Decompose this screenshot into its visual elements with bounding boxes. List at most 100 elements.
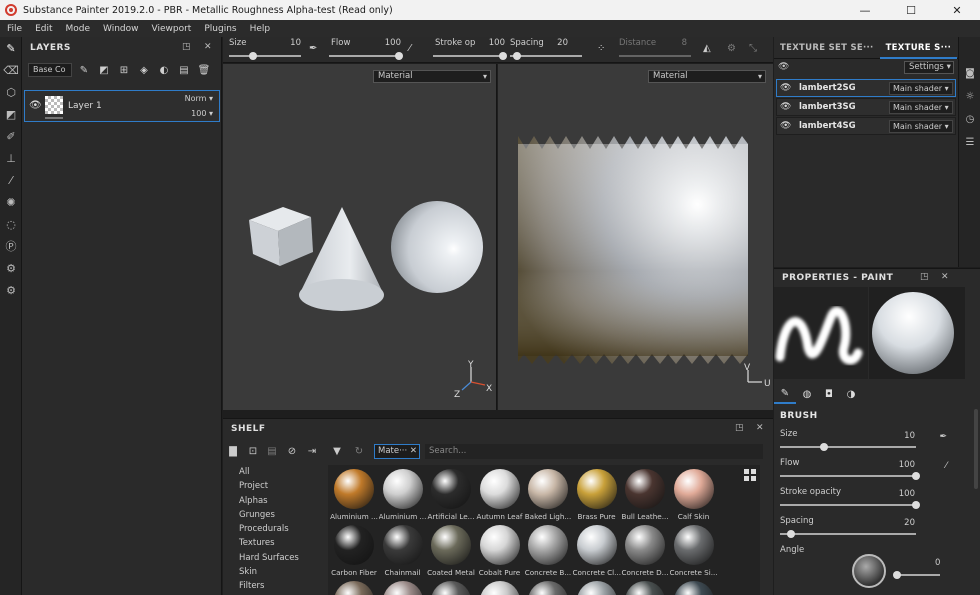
brush-size-track[interactable]: [780, 446, 916, 448]
shelf-search-input[interactable]: Search...: [425, 444, 763, 459]
smudge-icon[interactable]: ✐: [0, 125, 22, 147]
size-pressure-icon[interactable]: ✒: [939, 432, 947, 442]
angle-slider-knob[interactable]: [893, 571, 901, 579]
delete-layer-icon[interactable]: 🗑: [196, 62, 212, 78]
material-thumbnail[interactable]: Coated Metal: [427, 525, 475, 577]
texture-set-row[interactable]: 👁 lambert4SG Main shader ▾: [776, 117, 956, 135]
material-thumbnail-partial[interactable]: [524, 581, 572, 595]
category-project[interactable]: Project: [239, 479, 319, 493]
stroke-slider-track[interactable]: [433, 55, 505, 57]
layer-blend-mode[interactable]: Norm ▾: [185, 94, 213, 103]
material-thumbnail-partial[interactable]: [379, 581, 427, 595]
material-thumbnail[interactable]: Carbon Fiber: [330, 525, 378, 577]
menu-plugins[interactable]: Plugins: [199, 24, 244, 34]
size-slider-track[interactable]: [229, 55, 301, 57]
tab-brush-icon[interactable]: ✎: [774, 384, 796, 404]
close-window-button[interactable]: ✕: [934, 0, 980, 20]
stroke-opacity-track[interactable]: [780, 504, 916, 506]
texture-set-row[interactable]: 👁 lambert3SG Main shader ▾: [776, 98, 956, 116]
flow-slider-knob[interactable]: [395, 52, 403, 60]
tab-alpha-icon[interactable]: ◍: [796, 384, 818, 404]
new-shelf-icon[interactable]: ⊡: [245, 443, 261, 459]
texture-set-row[interactable]: 👁 lambert2SG Main shader ▾: [776, 79, 956, 97]
brush-flow-knob[interactable]: [912, 472, 920, 480]
visibility-eye-icon[interactable]: 👁: [29, 100, 42, 111]
eraser-icon[interactable]: ⌫: [0, 59, 22, 81]
viewport-3d[interactable]: Material ▾ Y X Z: [223, 64, 497, 410]
symmetry-icon[interactable]: ◭: [703, 43, 711, 54]
blend-mode-select[interactable]: Base Co: [28, 63, 72, 77]
menu-file[interactable]: File: [2, 24, 30, 34]
shader-select[interactable]: Main shader ▾: [889, 82, 953, 95]
stroke-opacity-value[interactable]: 100: [899, 489, 915, 499]
align-icon[interactable]: ⤡: [749, 43, 757, 54]
material-thumbnail-partial[interactable]: [330, 581, 378, 595]
properties-close-icon[interactable]: ✕: [941, 272, 949, 282]
category-all[interactable]: All: [239, 465, 319, 479]
size-control[interactable]: Size 10: [229, 37, 301, 63]
settings-gear-icon[interactable]: ⚙: [0, 279, 22, 301]
import-icon[interactable]: ⇥: [304, 443, 320, 459]
iray-icon[interactable]: ◌: [0, 213, 22, 235]
log-icon[interactable]: ☰: [959, 131, 980, 154]
properties-float-icon[interactable]: ◳: [920, 272, 929, 282]
material-thumbnail-partial[interactable]: [427, 581, 475, 595]
projection-icon[interactable]: ⬡: [0, 81, 22, 103]
spacing-track[interactable]: [780, 533, 916, 535]
material-thumbnail-partial[interactable]: [670, 581, 718, 595]
material-thumbnail[interactable]: Chainmail: [379, 525, 427, 577]
angle-dial[interactable]: [852, 554, 886, 588]
material-thumbnail[interactable]: Aluminium ...: [379, 469, 427, 521]
hide-icon[interactable]: ⊘: [284, 443, 300, 459]
add-smart-material-icon[interactable]: ◐: [156, 62, 172, 78]
polygon-fill-icon[interactable]: ◩: [0, 103, 22, 125]
add-mask-icon[interactable]: ◩: [96, 62, 112, 78]
tab-stencil-icon[interactable]: ◘: [818, 384, 840, 404]
stroke-value[interactable]: 100: [489, 38, 505, 48]
material-thumbnail-partial[interactable]: [621, 581, 669, 595]
minimize-button[interactable]: —: [842, 0, 888, 20]
remove-filter-icon[interactable]: ✕: [410, 445, 417, 458]
material-thumbnail[interactable]: Calf Skin: [670, 469, 718, 521]
category-textures[interactable]: Textures: [239, 536, 319, 550]
layer-opacity[interactable]: 100 ▾: [191, 109, 213, 118]
history-icon[interactable]: ◷: [959, 108, 980, 131]
angle-slider-track[interactable]: [896, 574, 940, 576]
stroke-slider-knob[interactable]: [499, 52, 507, 60]
visibility-eye-icon[interactable]: 👁: [780, 83, 791, 93]
angle-value[interactable]: 0: [935, 558, 940, 568]
brush-spacing-control[interactable]: Spacing 20: [780, 516, 945, 542]
photoshop-export-icon[interactable]: Ⓟ: [0, 235, 22, 257]
menu-edit[interactable]: Edit: [30, 24, 60, 34]
category-skin[interactable]: Skin: [239, 565, 319, 579]
shader-select[interactable]: Main shader ▾: [889, 101, 953, 114]
shelf-float-icon[interactable]: ◳: [735, 423, 744, 433]
spacing-slider-knob[interactable]: [513, 52, 521, 60]
material-thumbnail[interactable]: Concrete D...: [621, 525, 669, 577]
display-settings-icon[interactable]: ☼: [959, 85, 980, 108]
tab-material-icon[interactable]: ◑: [840, 384, 862, 404]
material-thumbnail[interactable]: Bull Leathe...: [621, 469, 669, 521]
visibility-eye-icon[interactable]: 👁: [780, 121, 791, 131]
layer-row[interactable]: 👁 Layer 1 Norm ▾ 100 ▾: [24, 90, 220, 122]
brush-flow-track[interactable]: [780, 475, 916, 477]
camera-icon[interactable]: ◙: [959, 62, 980, 85]
layer-name[interactable]: Layer 1: [68, 101, 102, 111]
brush-flow-value[interactable]: 100: [899, 460, 915, 470]
menu-help[interactable]: Help: [245, 24, 279, 34]
paint-brush-icon[interactable]: ✎: [0, 37, 22, 59]
stroke-opacity-control[interactable]: Stroke op 100: [433, 37, 507, 63]
material-thumbnail[interactable]: Autumn Leaf: [476, 469, 524, 521]
material-thumbnail[interactable]: Baked Ligh...: [524, 469, 572, 521]
brush-size-control[interactable]: Size 10 ✒: [780, 429, 947, 455]
brush-size-value[interactable]: 10: [904, 431, 915, 441]
flow-value[interactable]: 100: [385, 38, 401, 48]
brush-stroke-opacity-control[interactable]: Stroke opacity 100: [780, 487, 945, 513]
visibility-eye-icon[interactable]: 👁: [780, 102, 791, 112]
plugin-icon[interactable]: ⚙: [0, 257, 22, 279]
category-hard-surfaces[interactable]: Hard Surfaces: [239, 551, 319, 565]
bake-icon[interactable]: ✺: [0, 191, 22, 213]
distance-control[interactable]: Distance 8: [619, 37, 691, 63]
brush-size-knob[interactable]: [819, 443, 828, 451]
flow-pressure-icon[interactable]: ⁄: [945, 461, 947, 471]
